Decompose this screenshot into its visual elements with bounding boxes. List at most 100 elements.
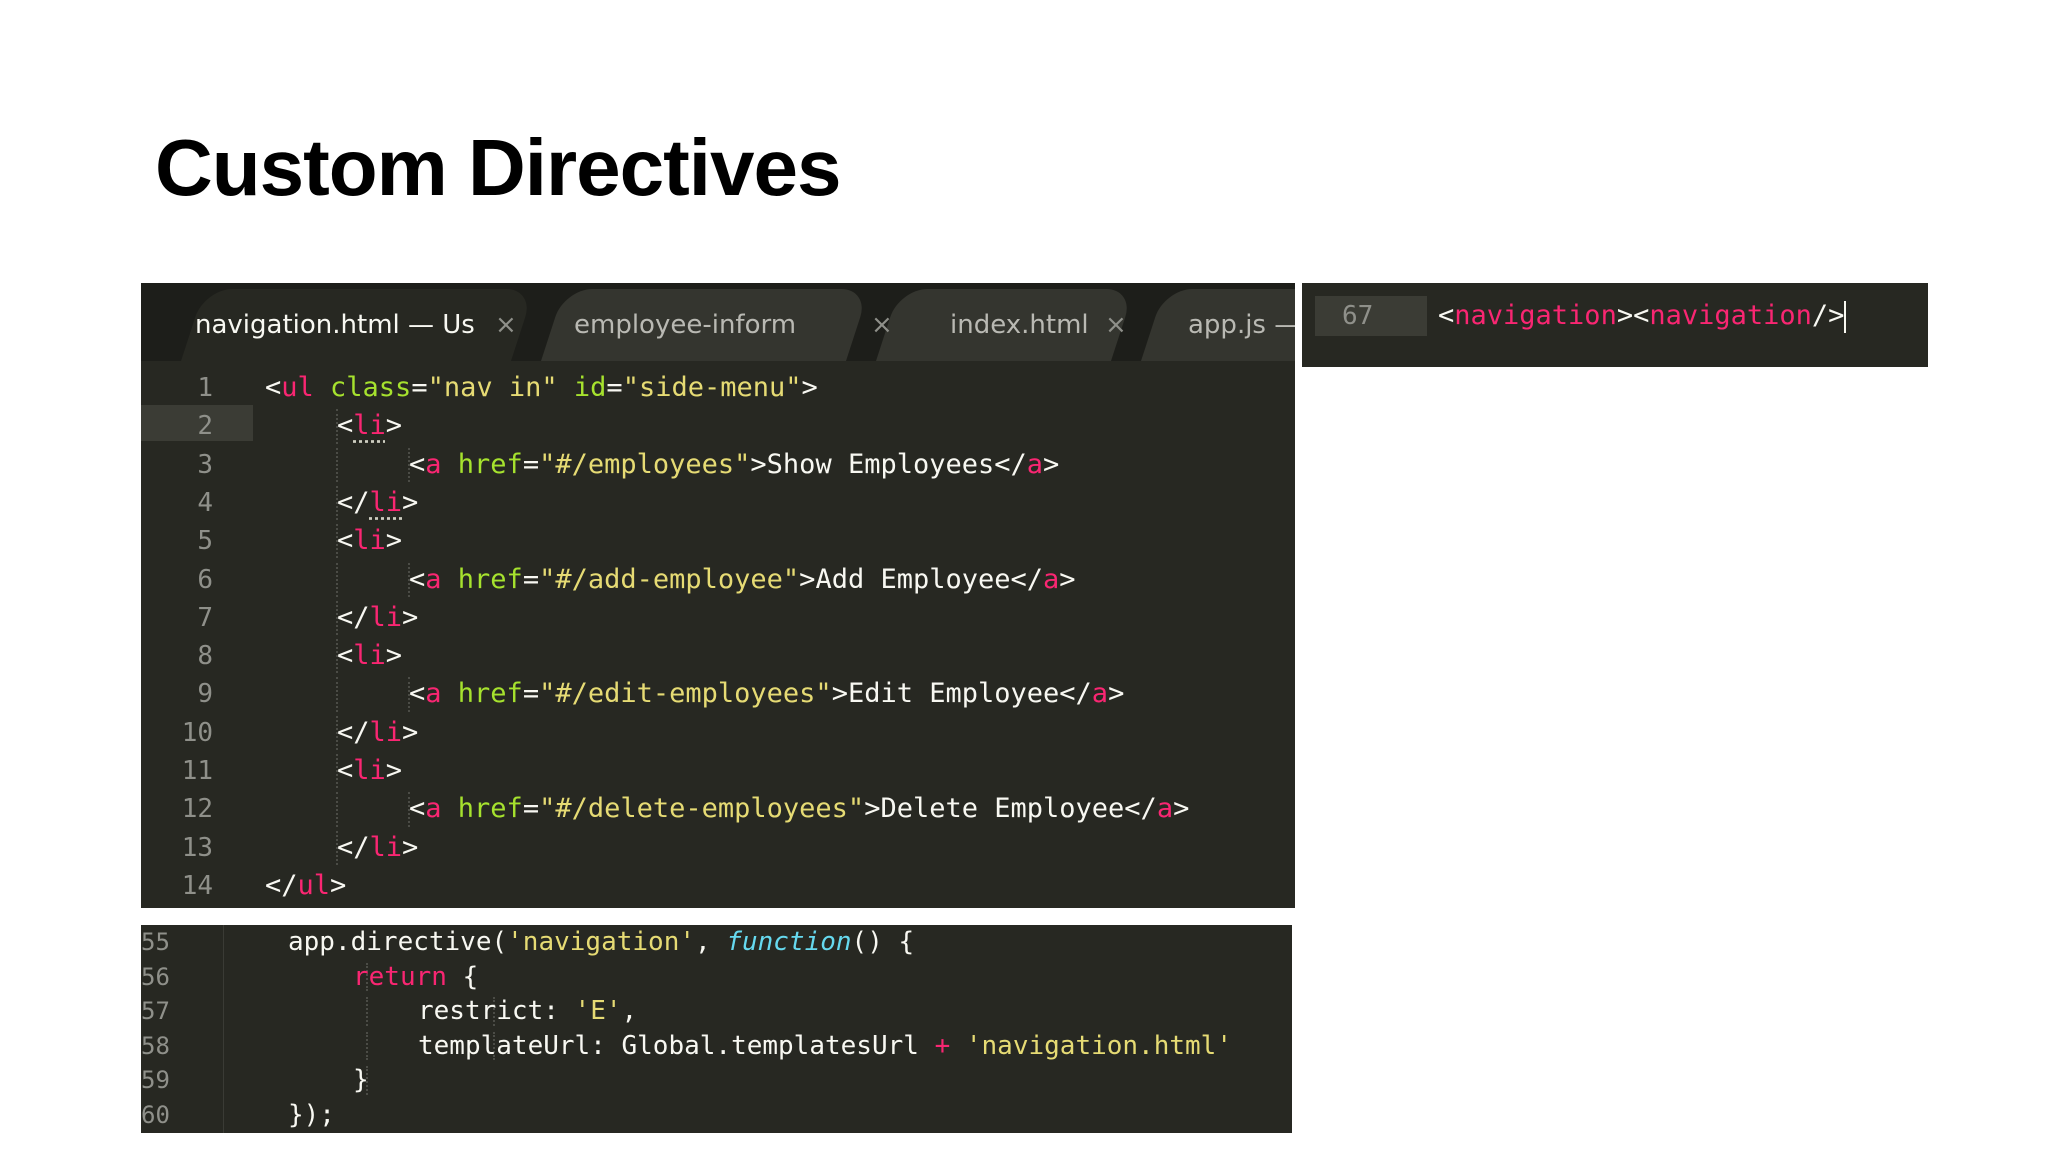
line-number: 55: [141, 928, 170, 956]
code-token: </: [337, 716, 370, 748]
code-line[interactable]: });: [288, 1098, 335, 1132]
code-token: ul: [297, 869, 331, 901]
code-token: a: [425, 563, 442, 595]
code-line[interactable]: </li>: [337, 484, 418, 522]
indent-guide: [336, 677, 338, 712]
code-token: </: [994, 448, 1027, 480]
code-token: href: [441, 678, 523, 710]
code-token: </: [337, 486, 370, 518]
code-token: =: [411, 372, 428, 403]
code-token: <: [265, 372, 282, 403]
code-token: >: [1108, 678, 1125, 710]
code-token: 'navigation': [507, 927, 695, 957]
code-token: >: [385, 640, 403, 672]
code-token: "nav in": [427, 372, 558, 403]
code-line[interactable]: <li>: [337, 752, 402, 790]
code-line[interactable]: <a href="#/employees">Show Employees</a>: [409, 446, 1059, 484]
code-token: 'E': [574, 996, 622, 1027]
code-line[interactable]: return {: [353, 960, 478, 994]
code-line[interactable]: </li>: [337, 829, 418, 867]
code-line[interactable]: </ul>: [265, 867, 346, 905]
code-token: restrict:: [418, 996, 575, 1027]
code-token: navigation: [1649, 300, 1812, 331]
code-token: <: [1438, 300, 1455, 331]
code-token: li: [353, 525, 386, 557]
line-number: 3: [197, 449, 213, 480]
code-token: li: [353, 640, 386, 672]
code-token: a: [1091, 678, 1109, 710]
code-token: a: [1043, 563, 1060, 595]
gutter-divider: [223, 925, 224, 960]
code-line[interactable]: <a href="#/delete-employees">Delete Empl…: [409, 790, 1189, 828]
code-token: >: [402, 831, 419, 863]
indent-guide: [336, 562, 338, 597]
code-token: app.directive(: [288, 927, 508, 957]
line-number: 60: [141, 1101, 170, 1129]
code-token: >: [1173, 793, 1190, 825]
code-line[interactable]: <a href="#/edit-employees">Edit Employee…: [409, 675, 1124, 713]
line-number: 2: [197, 411, 213, 442]
usage-code-panel[interactable]: 66 67 <navigation><navigation/>: [1302, 283, 1928, 367]
code-token: a: [425, 448, 442, 480]
code-token: <: [409, 793, 426, 825]
code-token: >: [385, 410, 403, 442]
indent-guide: [366, 1031, 368, 1061]
code-token: =: [522, 678, 540, 710]
code-token: >: [801, 372, 818, 403]
code-line[interactable]: templateUrl: Global.templatesUrl + 'navi…: [418, 1029, 1232, 1063]
js-code-panel[interactable]: 55 app.directive('navigation', function()…: [141, 925, 1292, 1133]
code-line[interactable]: <ul class="nav in" id="side-menu">: [265, 369, 818, 407]
line-number: 7: [197, 602, 213, 633]
code-area[interactable]: 1 <ul class="nav in" id="side-menu"> 2 <li>…: [141, 283, 1295, 908]
gutter-divider: [223, 1098, 224, 1133]
code-line[interactable]: </li>: [337, 599, 418, 637]
code-line[interactable]: }: [353, 1063, 369, 1097]
code-area[interactable]: 55 app.directive('navigation', function()…: [141, 925, 1292, 1133]
code-token: }: [353, 1065, 369, 1096]
code-token: a: [1156, 793, 1174, 825]
line-number: 8: [197, 641, 213, 672]
code-token: </: [1059, 678, 1092, 710]
code-token: Edit Employee: [847, 678, 1060, 710]
code-token: =: [522, 793, 540, 825]
code-line[interactable]: </li>: [337, 714, 418, 752]
code-token: <: [409, 563, 426, 595]
code-line[interactable]: app.directive('navigation', function() {: [288, 925, 914, 959]
code-token: ul: [281, 372, 314, 403]
code-token: >: [402, 716, 419, 748]
code-token: li: [369, 716, 403, 748]
gutter-divider: [223, 1028, 224, 1064]
indent-guide: [366, 997, 368, 1026]
code-token: templateUrl: Global.templatesUrl: [418, 1030, 935, 1061]
slide-title: Custom Directives: [155, 123, 841, 212]
code-line[interactable]: <navigation><navigation/>: [1438, 296, 1847, 336]
code-token: <: [337, 640, 354, 672]
line-number: 6: [197, 564, 213, 595]
code-token: href: [441, 793, 523, 825]
line-number: 56: [141, 962, 170, 991]
line-number: 57: [141, 997, 170, 1026]
code-line[interactable]: <li>: [337, 522, 402, 560]
code-token: >: [799, 563, 816, 595]
line-number: 14: [181, 870, 213, 901]
code-token: =: [606, 372, 623, 403]
code-line[interactable]: <li>: [337, 407, 402, 445]
code-token: >: [385, 755, 403, 786]
code-token: >: [1059, 563, 1076, 595]
html-editor-panel[interactable]: navigation.html — Us × employee-informat…: [141, 283, 1295, 908]
code-line[interactable]: restrict: 'E',: [418, 994, 637, 1028]
code-token: =: [522, 563, 540, 595]
code-line[interactable]: <a href="#/add-employee">Add Employee</a…: [409, 561, 1076, 599]
code-token: li: [369, 486, 403, 518]
code-token: return: [353, 961, 447, 992]
code-token: >: [330, 869, 347, 901]
code-token: </: [265, 869, 298, 901]
line-number: 58: [141, 1031, 170, 1060]
gutter-divider: [223, 959, 224, 995]
code-token: >: [750, 448, 767, 480]
code-token: >: [831, 678, 848, 710]
code-line[interactable]: <li>: [337, 637, 402, 675]
code-token: <: [337, 755, 354, 786]
text-cursor: [1844, 300, 1847, 333]
code-token: function: [726, 927, 852, 957]
